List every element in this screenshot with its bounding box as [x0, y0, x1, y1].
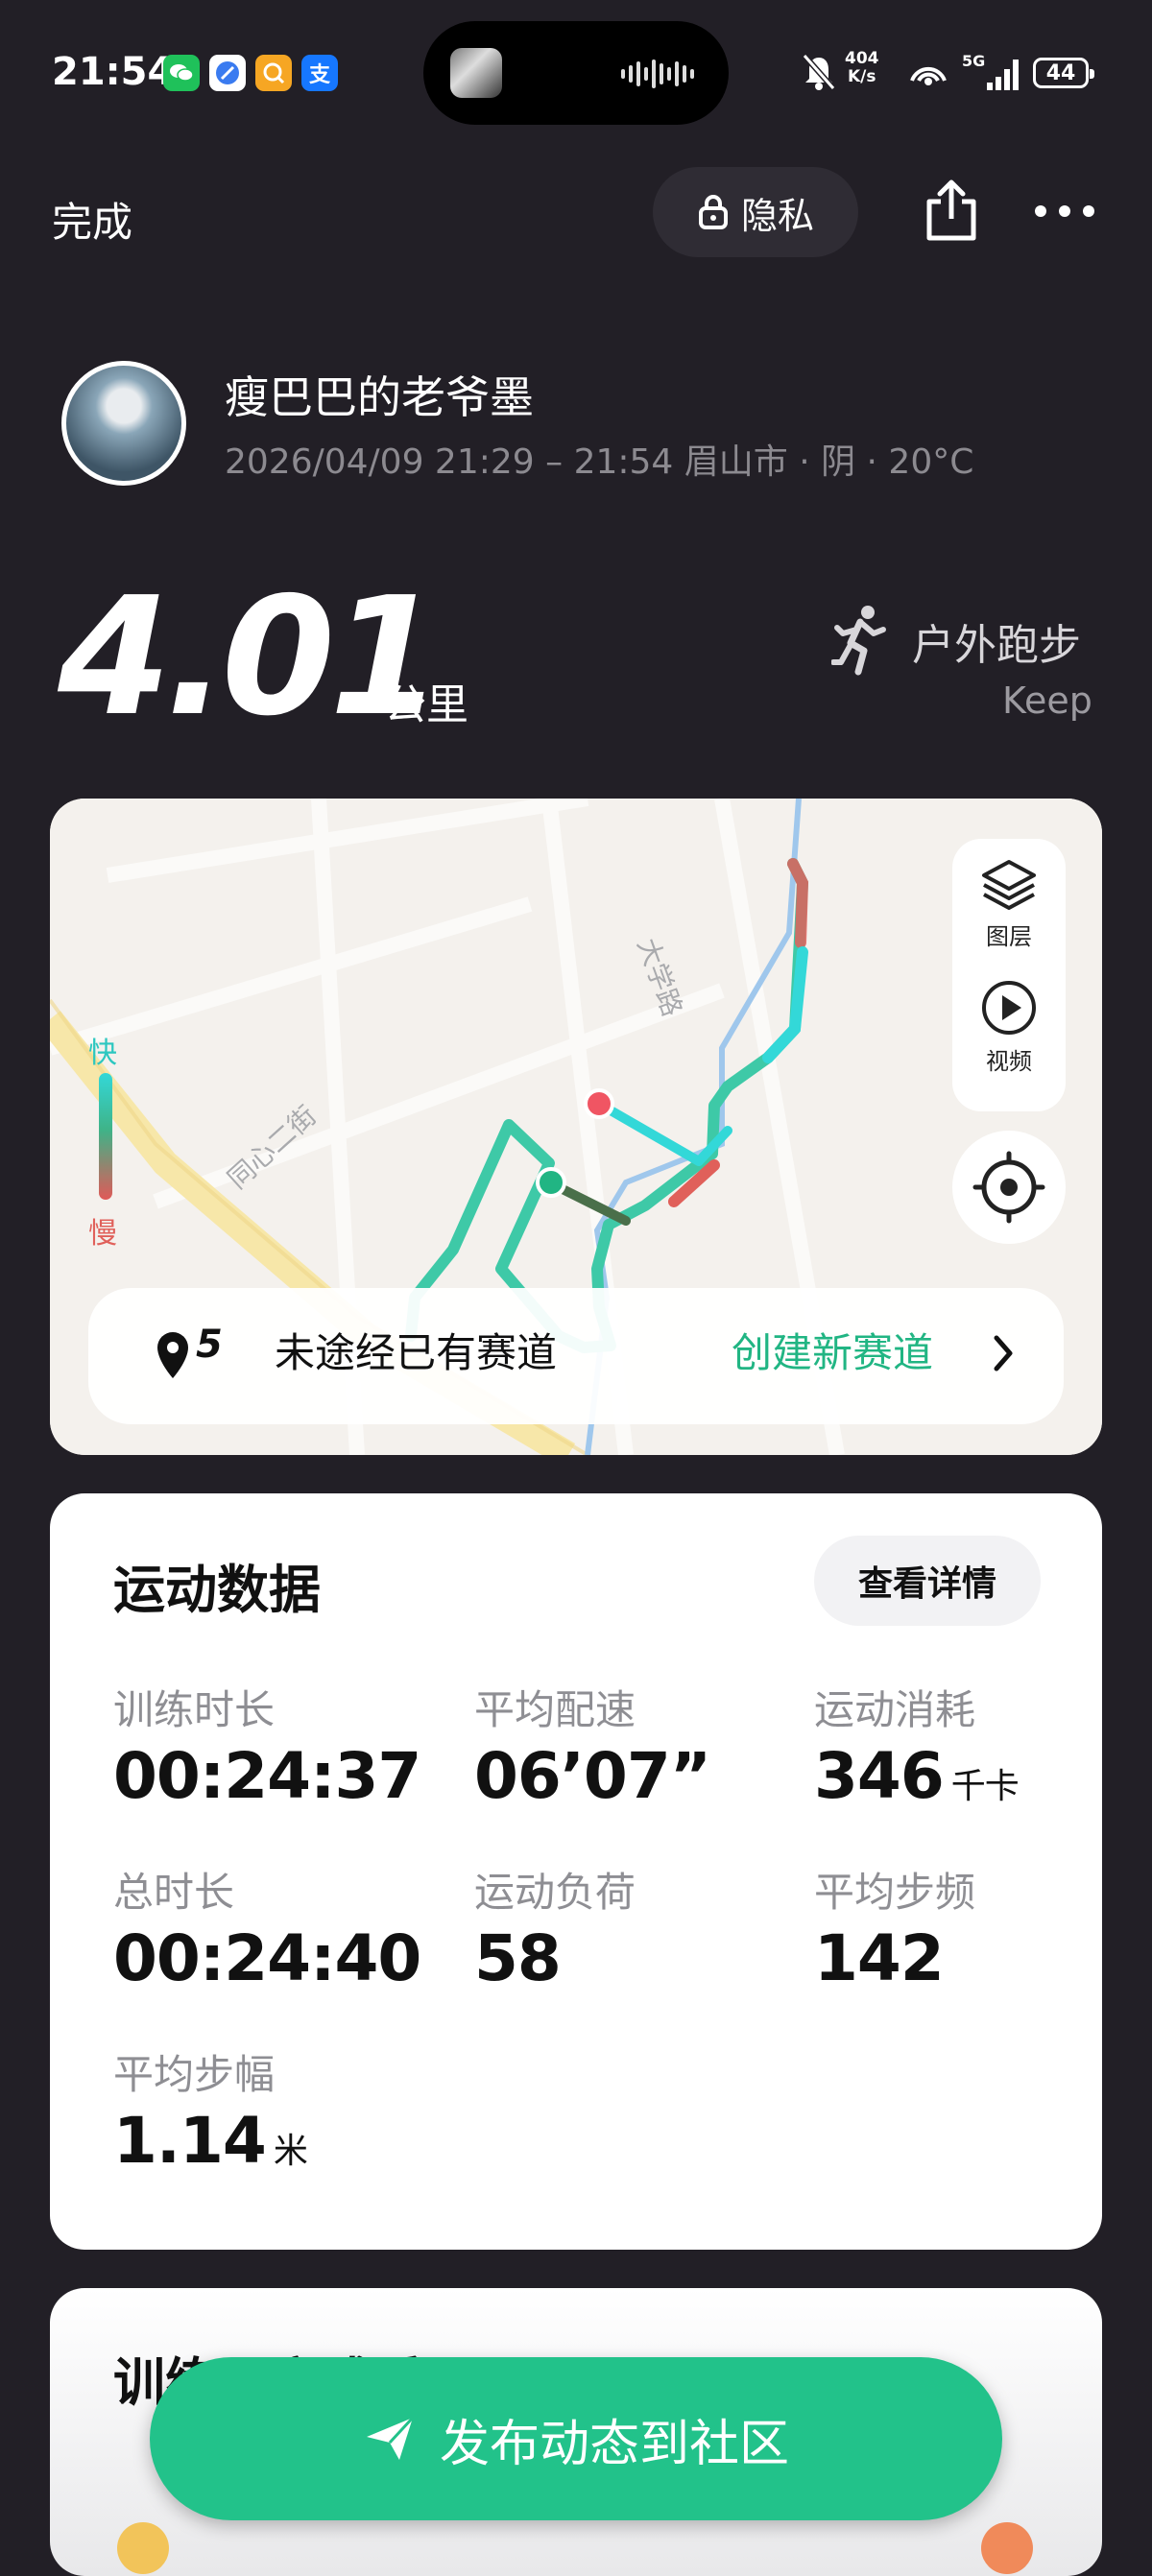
- network-speed: 404 K/s: [845, 50, 879, 86]
- speed-legend-slow: 慢: [88, 1217, 117, 1251]
- stat-value-number: 1.14: [113, 2104, 267, 2178]
- easy-emoji-icon[interactable]: [117, 2522, 169, 2574]
- music-cover-thumbnail: [450, 48, 502, 98]
- route-start-marker: [536, 1167, 566, 1198]
- route-end-marker: [584, 1088, 614, 1119]
- wechat-icon: [163, 55, 200, 91]
- map-layers-label: 图层: [986, 923, 1032, 950]
- stat-value-number: 346: [814, 1739, 945, 1813]
- stat-value: 58: [474, 1921, 562, 1995]
- workout-meta: 2026/04/09 21:29 – 21:54 眉山市 · 阴 · 20°C: [225, 442, 974, 482]
- avatar[interactable]: [61, 361, 186, 486]
- map-layers-button[interactable]: 图层: [952, 856, 1066, 951]
- distance-unit: 公里: [384, 680, 468, 729]
- map-video-button[interactable]: 视频: [952, 979, 1066, 1076]
- status-time: 21:54: [52, 50, 175, 94]
- route-status: 未途经已有赛道: [275, 1329, 558, 1376]
- map-tools-panel: 图层 视频: [952, 839, 1066, 1111]
- stat-label: 运动负荷: [474, 1869, 636, 1916]
- stat-value-number: 00:24:37: [113, 1739, 421, 1813]
- view-details-button[interactable]: 查看详情: [814, 1536, 1041, 1626]
- speed-legend-fast: 快: [88, 1037, 117, 1070]
- hard-emoji-icon[interactable]: [981, 2522, 1033, 2574]
- stat-value: 1.14 米: [113, 2104, 308, 2178]
- username: 瘦巴巴的老爷墨: [225, 371, 534, 423]
- stats-title: 运动数据: [113, 1560, 321, 1620]
- create-route-link[interactable]: 创建新赛道: [732, 1321, 933, 1379]
- stat-value: 00:24:40: [113, 1921, 421, 1995]
- battery-indicator: 44: [1033, 58, 1094, 88]
- distance-value: 4.01: [58, 562, 443, 752]
- crosshair-icon: [972, 1151, 1045, 1224]
- signal-strength-icon: [987, 60, 1019, 90]
- publish-button[interactable]: 发布动态到社区: [150, 2357, 1002, 2520]
- mute-bell-icon: [802, 54, 836, 90]
- audio-wave-icon: [621, 60, 694, 88]
- stat-label: 总时长: [113, 1869, 235, 1916]
- browser-icon: [209, 55, 246, 91]
- qq-icon: [255, 55, 292, 91]
- stat-value-number: 06’07”: [474, 1739, 711, 1813]
- stat-label: 平均配速: [474, 1686, 636, 1733]
- stat-value-number: 58: [474, 1921, 562, 1995]
- layers-icon: [982, 860, 1036, 910]
- speed-legend-bar: [99, 1073, 112, 1200]
- hotspot-icon: [910, 66, 947, 85]
- privacy-label: 隐私: [740, 194, 814, 237]
- running-icon: [831, 606, 886, 676]
- stat-value: 00:24:37: [113, 1739, 421, 1813]
- stat-label: 训练时长: [113, 1686, 276, 1733]
- stat-unit: 千卡: [950, 1767, 1020, 1806]
- network-speed-unit: K/s: [847, 67, 876, 86]
- workout-stats-card: 运动数据 查看详情 训练时长 00:24:37 平均配速 06’07” 运动消耗…: [50, 1493, 1102, 2250]
- stat-value-number: 142: [814, 1921, 945, 1995]
- stat-value: 06’07”: [474, 1739, 711, 1813]
- stat-label: 运动消耗: [814, 1686, 976, 1733]
- network-speed-value: 404: [845, 49, 879, 68]
- alipay-icon: 支: [301, 55, 338, 91]
- data-source: Keep: [1002, 680, 1092, 722]
- more-options-icon[interactable]: [1033, 202, 1096, 221]
- lock-icon: [698, 195, 728, 229]
- publish-label: 发布动态到社区: [439, 2415, 789, 2473]
- stat-value-number: 00:24:40: [113, 1921, 421, 1995]
- dynamic-island[interactable]: [423, 21, 729, 125]
- stat-label: 平均步频: [814, 1869, 976, 1916]
- sport-type: 户外跑步: [912, 621, 1081, 670]
- route-count: 5: [196, 1323, 223, 1367]
- stat-unit: 米: [273, 2132, 308, 2171]
- locate-button[interactable]: [952, 1131, 1066, 1244]
- stat-value: 142: [814, 1921, 945, 1995]
- map-video-label: 视频: [986, 1048, 1032, 1075]
- route-map[interactable]: 大学路 同心二街 快 慢 图层 视频 5 未途经已有赛道 创建新赛道: [50, 799, 1102, 1455]
- share-icon[interactable]: [920, 177, 983, 246]
- stat-label: 平均步幅: [113, 2051, 276, 2098]
- play-video-icon: [982, 981, 1036, 1035]
- chevron-right-icon[interactable]: [989, 1332, 1018, 1374]
- done-button[interactable]: 完成: [52, 190, 132, 249]
- privacy-button[interactable]: 隐私: [653, 167, 858, 257]
- stat-value: 346 千卡: [814, 1739, 1020, 1813]
- send-plane-icon: [366, 2416, 415, 2460]
